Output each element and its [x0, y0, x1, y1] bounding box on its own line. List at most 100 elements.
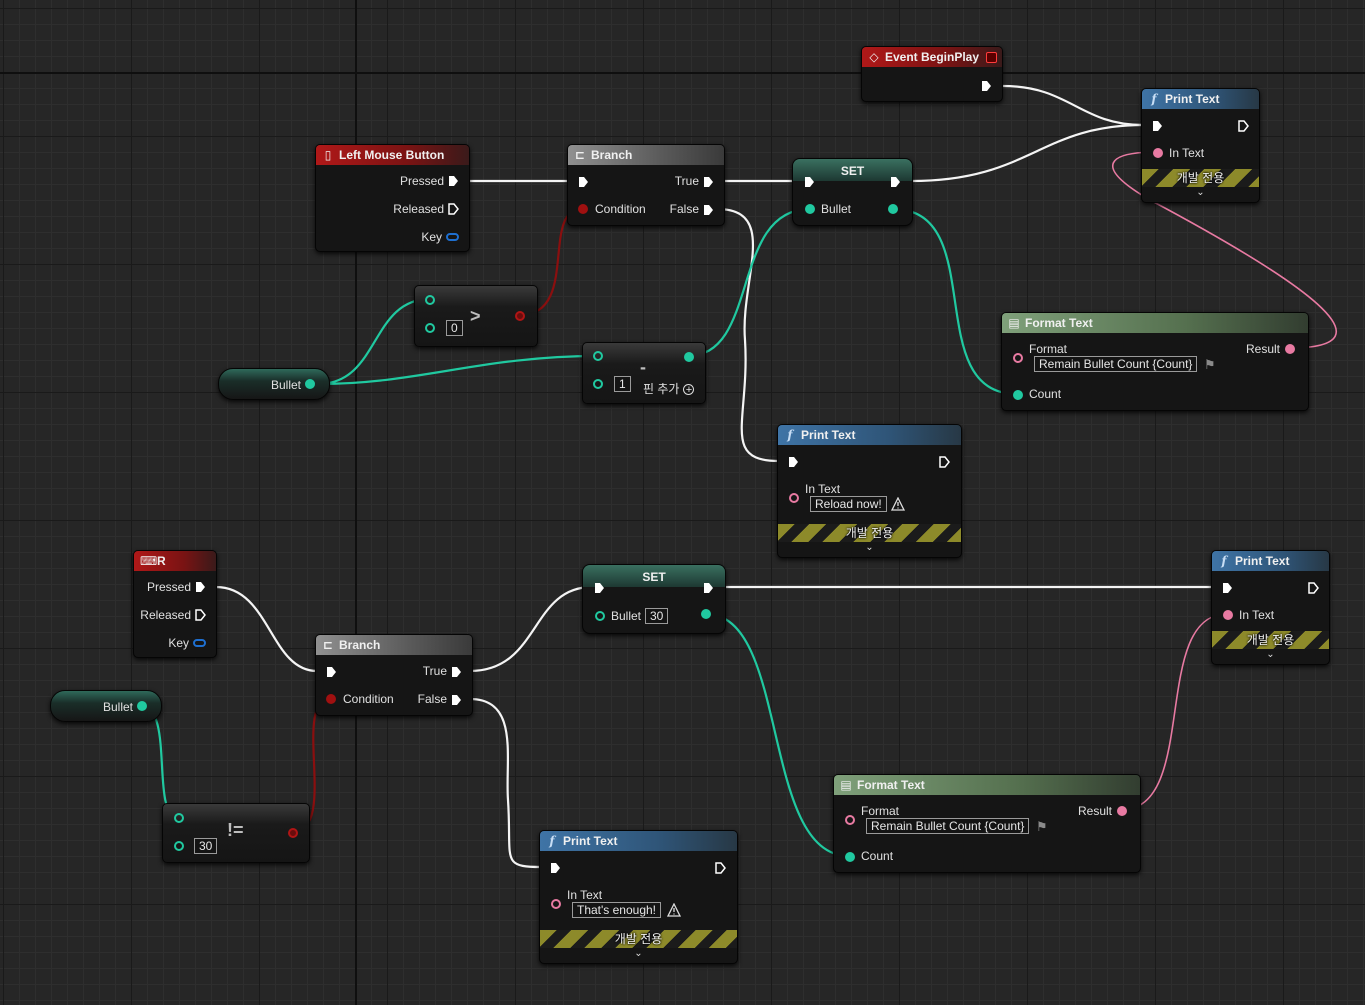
exec-in-pin[interactable] [1222, 582, 1233, 594]
add-pin-label: 핀 추가 [643, 382, 680, 396]
exec-in-pin[interactable] [594, 582, 605, 594]
branch-node[interactable]: ⊏ Branch True Condition False [315, 634, 473, 716]
set-bullet-node[interactable]: SET Bullet 30 [582, 564, 726, 634]
count-pin[interactable] [1013, 390, 1023, 400]
a-input-pin[interactable] [174, 813, 184, 823]
bullet-out-pin[interactable] [137, 701, 147, 711]
print-text-node[interactable]: f Print Text In Text That's enough! 개발 전용… [539, 830, 738, 964]
key-pin[interactable] [446, 233, 459, 241]
chevron-down-icon[interactable]: ⌄ [1212, 650, 1329, 660]
exec-in-pin[interactable] [1152, 120, 1163, 132]
greater-than-node[interactable]: 0 > [414, 285, 538, 347]
result-pin[interactable] [515, 311, 525, 321]
exec-out-pin[interactable] [703, 582, 714, 594]
false-exec-pin[interactable] [451, 694, 462, 706]
exec-in-pin[interactable] [788, 456, 799, 468]
bullet-value-field[interactable]: 30 [645, 608, 669, 624]
exec-out-pin[interactable] [981, 80, 992, 92]
exec-in-pin[interactable] [578, 176, 589, 188]
event-beginplay-node[interactable]: ◇ Event BeginPlay [861, 46, 1003, 102]
in-text-field[interactable]: That's enough! [572, 902, 662, 918]
chevron-down-icon[interactable]: ⌄ [540, 949, 737, 959]
false-exec-pin[interactable] [703, 204, 714, 216]
bullet-label: Bullet [611, 609, 642, 623]
subtract-node[interactable]: - 1 핀 추가 + [582, 342, 706, 404]
flag-icon[interactable]: ⚑ [1204, 357, 1216, 373]
bullet-in-pin[interactable] [595, 611, 605, 621]
bullet-getter-node[interactable]: Bullet [50, 690, 162, 722]
exec-out-pin[interactable] [939, 456, 950, 468]
condition-pin[interactable] [578, 204, 588, 214]
plus-icon: + [683, 384, 695, 396]
b-value-field[interactable]: 0 [446, 320, 463, 336]
b-input-pin[interactable] [593, 379, 603, 389]
count-label: Count [1029, 387, 1062, 401]
print-text-node[interactable]: f Print Text In Text Reload now! 개발 전용 ⌄ [777, 424, 962, 558]
exec-in-pin[interactable] [550, 862, 561, 874]
in-text-pin[interactable] [789, 493, 799, 503]
in-text-pin[interactable] [551, 899, 561, 909]
event-diamond-icon: ◇ [869, 50, 879, 64]
breakpoint-icon[interactable] [986, 52, 997, 63]
dev-only-bar: 개발 전용 [1212, 631, 1329, 649]
chevron-down-icon[interactable]: ⌄ [1142, 188, 1259, 198]
true-label: True [674, 174, 699, 188]
format-pin[interactable] [845, 815, 855, 825]
exec-out-pin[interactable] [715, 862, 726, 874]
flag-icon[interactable]: ⚑ [1036, 819, 1048, 835]
in-text-field[interactable]: Reload now! [810, 496, 887, 512]
result-pin[interactable] [684, 352, 694, 362]
not-equal-node[interactable]: 30 != [162, 803, 310, 863]
in-text-pin[interactable] [1153, 148, 1163, 158]
chevron-down-icon[interactable]: ⌄ [778, 543, 961, 553]
pressed-exec-pin[interactable] [195, 581, 206, 593]
set-bullet-node[interactable]: SET Bullet [792, 158, 913, 226]
branch-node[interactable]: ⊏ Branch True Condition False [567, 144, 725, 226]
exec-wire [469, 585, 593, 673]
bullet-in-pin[interactable] [805, 204, 815, 214]
b-input-pin[interactable] [174, 841, 184, 851]
exec-out-pin[interactable] [1308, 582, 1319, 594]
result-pin[interactable] [1285, 344, 1295, 354]
condition-pin[interactable] [326, 694, 336, 704]
bullet-getter-node[interactable]: Bullet [218, 368, 330, 400]
key-pin[interactable] [193, 639, 206, 647]
bullet-out-pin[interactable] [701, 609, 711, 619]
r-key-node[interactable]: ⌨R Pressed Released Key [133, 550, 217, 658]
b-value-field[interactable]: 30 [194, 838, 218, 854]
result-pin[interactable] [288, 828, 298, 838]
int-wire [140, 704, 179, 819]
bullet-out-pin[interactable] [888, 204, 898, 214]
warning-icon [891, 497, 905, 511]
format-field[interactable]: Remain Bullet Count {Count} [1034, 356, 1198, 372]
print-text-node[interactable]: f Print Text In Text 개발 전용 ⌄ [1141, 88, 1260, 203]
result-pin[interactable] [1117, 806, 1127, 816]
exec-in-pin[interactable] [326, 666, 337, 678]
node-title: Format Text [857, 778, 925, 792]
format-text-node[interactable]: ▤ Format Text Format Remain Bullet Count … [833, 774, 1141, 873]
format-field[interactable]: Remain Bullet Count {Count} [866, 818, 1030, 834]
b-input-pin[interactable] [425, 323, 435, 333]
exec-wire [716, 207, 780, 463]
true-exec-pin[interactable] [451, 666, 462, 678]
false-label: False [669, 202, 699, 216]
a-input-pin[interactable] [425, 295, 435, 305]
released-exec-pin[interactable] [195, 609, 206, 621]
true-exec-pin[interactable] [703, 176, 714, 188]
b-value-field[interactable]: 1 [614, 376, 631, 392]
exec-out-pin[interactable] [1238, 120, 1249, 132]
count-pin[interactable] [845, 852, 855, 862]
exec-out-pin[interactable] [890, 176, 901, 188]
in-text-pin[interactable] [1223, 610, 1233, 620]
format-pin[interactable] [1013, 353, 1023, 363]
add-pin-button[interactable]: 핀 추가 + [643, 381, 695, 397]
released-exec-pin[interactable] [448, 203, 459, 215]
exec-in-pin[interactable] [804, 176, 815, 188]
format-text-node[interactable]: ▤ Format Text Format Remain Bullet Count … [1001, 312, 1309, 411]
pressed-label: Pressed [146, 580, 191, 594]
a-input-pin[interactable] [593, 351, 603, 361]
left-mouse-button-node[interactable]: ▯ Left Mouse Button Pressed Released Key [315, 144, 470, 252]
pressed-exec-pin[interactable] [448, 175, 459, 187]
bullet-out-pin[interactable] [305, 379, 315, 389]
print-text-node[interactable]: f Print Text In Text 개발 전용 ⌄ [1211, 550, 1330, 665]
